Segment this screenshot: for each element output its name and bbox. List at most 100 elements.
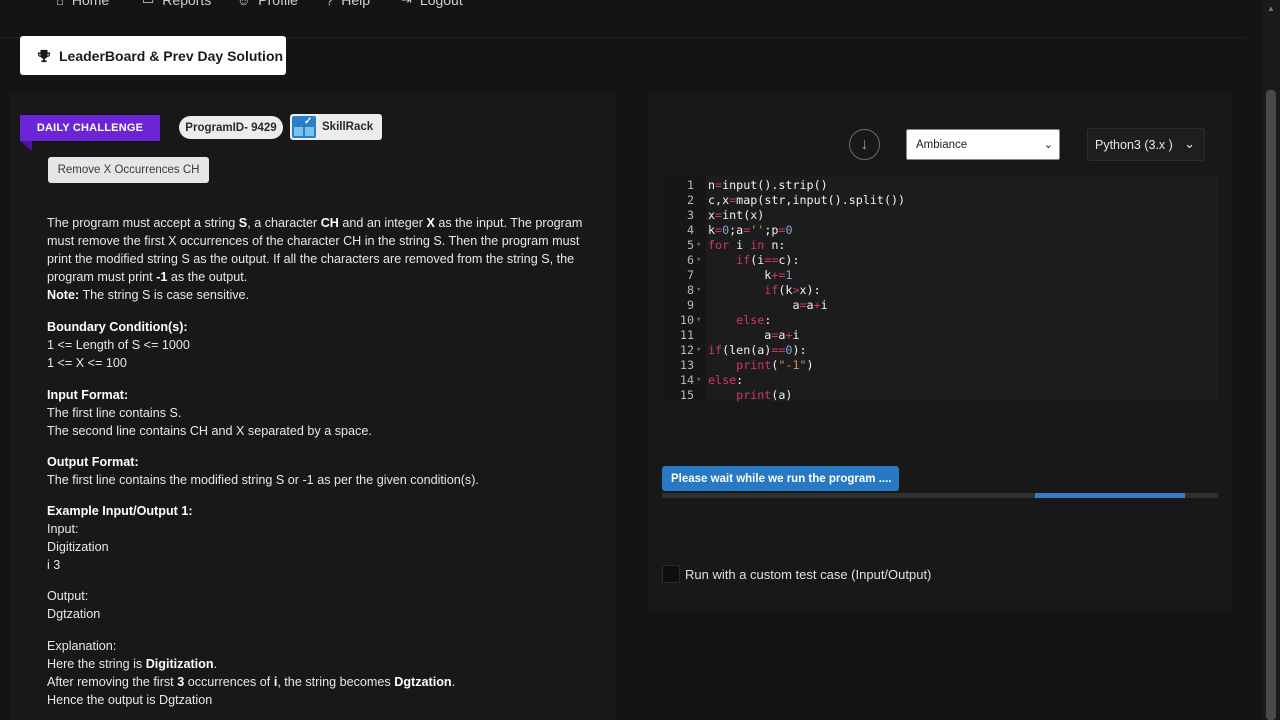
nav-home[interactable]: ⌂ Home <box>56 0 109 8</box>
input-format-line-2: The second line contains CH and X separa… <box>47 424 372 438</box>
nav-help[interactable]: ? Help <box>326 0 370 8</box>
run-progress-fill <box>1034 493 1185 498</box>
line-number: 15 <box>679 388 694 402</box>
boundary-line-2: 1 <= X <= 100 <box>47 356 127 370</box>
fold-toggle-icon[interactable]: ▾ <box>696 253 701 268</box>
code-line[interactable]: 4 k=0;a='';p=0 <box>662 223 1218 238</box>
line-number: 3 <box>686 208 694 222</box>
fold-toggle-icon[interactable]: ▾ <box>696 373 701 388</box>
code-line[interactable]: 15 print(a) <box>662 388 1218 403</box>
nav-profile[interactable]: ☺ Profile <box>237 0 298 8</box>
explanation-section: Explanation: Here the string is Digitiza… <box>47 637 607 709</box>
code-line[interactable]: 3 x=int(x) <box>662 208 1218 223</box>
theme-select-value: Ambiance <box>916 138 968 151</box>
home-icon: ⌂ <box>56 0 64 8</box>
nav-reports-label: Reports <box>162 0 212 8</box>
code-line[interactable]: 11 a=a+i <box>662 328 1218 343</box>
language-select-value: Python3 (3.x ) <box>1095 137 1173 152</box>
custom-test-label[interactable]: Run with a custom test case (Input/Outpu… <box>685 567 931 582</box>
example-input-line-1: Digitization <box>47 540 109 554</box>
output-format-title: Output Format: <box>47 455 139 469</box>
problem-description: The program must accept a string S, a ch… <box>47 216 583 302</box>
example-output-label: Output: <box>47 589 89 603</box>
leaderboard-label: LeaderBoard & Prev Day Solution <box>59 47 284 64</box>
custom-test-checkbox[interactable] <box>662 565 680 583</box>
code-text: k=0;a='';p=0 <box>708 223 793 237</box>
code-line[interactable]: 6 ▾ if(i==c): <box>662 253 1218 268</box>
code-line[interactable]: 10 ▾ else: <box>662 313 1218 328</box>
example-input-line-2: i 3 <box>47 558 61 572</box>
code-line[interactable]: 12 ▾ if(len(a)==0): <box>662 343 1218 358</box>
example-section: Example Input/Output 1: Input: Digitizat… <box>47 502 607 574</box>
nav-home-label: Home <box>71 0 110 8</box>
code-line[interactable]: 5 ▾ for i in n: <box>662 238 1218 253</box>
code-text: else: <box>708 373 744 387</box>
theme-select[interactable]: Ambiance ⌄ <box>906 129 1060 160</box>
code-line[interactable]: 8 ▾ if(k>x): <box>662 283 1218 298</box>
reports-icon: ▭ <box>142 0 154 8</box>
run-progress-bar <box>662 493 1218 498</box>
example-output: Output: Dgtzation <box>47 587 607 623</box>
code-line[interactable]: 2 c,x=map(str,input().split()) <box>662 193 1218 208</box>
download-button[interactable]: ↓ <box>849 129 880 160</box>
nav-reports[interactable]: ▭ Reports <box>142 0 211 8</box>
nav-help-label: Help <box>341 0 371 8</box>
code-text: x=int(x) <box>708 208 765 222</box>
code-text: if(len(a)==0): <box>708 343 807 357</box>
boundary-title: Boundary Condition(s): <box>47 320 188 334</box>
problem-title: Remove X Occurrences CH <box>48 157 209 183</box>
code-text: a=a+i <box>708 298 828 312</box>
top-navbar: ⌂ Home ▭ Reports ☺ Profile ? Help ⇥ Logout <box>0 0 1245 38</box>
line-number: 8 <box>686 283 694 297</box>
example-output-line-1: Dgtzation <box>47 607 101 621</box>
code-line[interactable]: 1 n=input().strip() <box>662 178 1218 193</box>
code-text: a=a+i <box>708 328 800 342</box>
example-title: Example Input/Output 1: <box>47 504 193 518</box>
fold-toggle-icon[interactable]: ▾ <box>696 313 701 328</box>
line-number: 10 <box>679 313 694 327</box>
input-format-title: Input Format: <box>47 388 129 402</box>
skillrack-logo-icon: ✓ <box>292 116 316 138</box>
trophy-icon <box>37 49 51 62</box>
code-editor[interactable]: 1 n=input().strip() 2 c,x=map(str,input().s… <box>662 176 1218 403</box>
language-select[interactable]: Python3 (3.x ) ⌄ <box>1087 128 1205 161</box>
fold-toggle-icon[interactable]: ▾ <box>696 283 701 298</box>
explanation-line-1: Here the string is Digitization. <box>47 657 218 671</box>
scroll-up-arrow-icon[interactable]: ▲ <box>1267 4 1275 13</box>
line-number: 9 <box>686 298 694 312</box>
boundary-section: Boundary Condition(s): 1 <= Length of S … <box>47 318 607 372</box>
input-format-section: Input Format: The first line contains S.… <box>47 386 607 440</box>
explanation-line-2: After removing the first 3 occurrences o… <box>47 675 456 689</box>
leaderboard-button[interactable]: LeaderBoard & Prev Day Solution <box>20 36 286 75</box>
chevron-down-icon: ⌄ <box>1043 139 1053 151</box>
arrow-down-icon: ↓ <box>860 135 869 153</box>
line-number: 1 <box>686 178 694 192</box>
page-scrollbar[interactable]: ▲ <box>1262 0 1280 720</box>
program-id-pill: ProgramID- 9429 <box>179 116 283 139</box>
fold-toggle-icon[interactable]: ▾ <box>696 343 701 358</box>
line-number: 14 <box>679 373 694 387</box>
line-number: 6 <box>686 253 694 267</box>
scroll-thumb[interactable] <box>1266 90 1276 720</box>
nav-logout[interactable]: ⇥ Logout <box>401 0 463 8</box>
skillrack-label: SkillRack <box>322 121 374 133</box>
output-format-line-1: The first line contains the modified str… <box>47 473 479 487</box>
nav-profile-label: Profile <box>258 0 298 8</box>
code-line[interactable]: 13 print("-1") <box>662 358 1218 373</box>
example-input-label: Input: <box>47 522 79 536</box>
input-format-line-1: The first line contains S. <box>47 406 182 420</box>
skillrack-badge: ✓ SkillRack <box>290 114 382 140</box>
fold-toggle-icon[interactable]: ▾ <box>696 238 701 253</box>
code-text: print(a) <box>736 388 793 402</box>
code-line[interactable]: 9 a=a+i <box>662 298 1218 313</box>
code-line[interactable]: 14 ▾ else: <box>662 373 1218 388</box>
line-number: 2 <box>686 193 694 207</box>
line-number: 13 <box>679 358 694 372</box>
code-line[interactable]: 7 k+=1 <box>662 268 1218 283</box>
run-status-button[interactable]: Please wait while we run the program ...… <box>662 466 899 491</box>
code-text: if(i==c): <box>736 253 800 267</box>
code-text: n=input().strip() <box>708 178 828 192</box>
line-number: 5 <box>686 238 694 252</box>
explanation-label: Explanation: <box>47 639 117 653</box>
logout-icon: ⇥ <box>401 0 412 8</box>
